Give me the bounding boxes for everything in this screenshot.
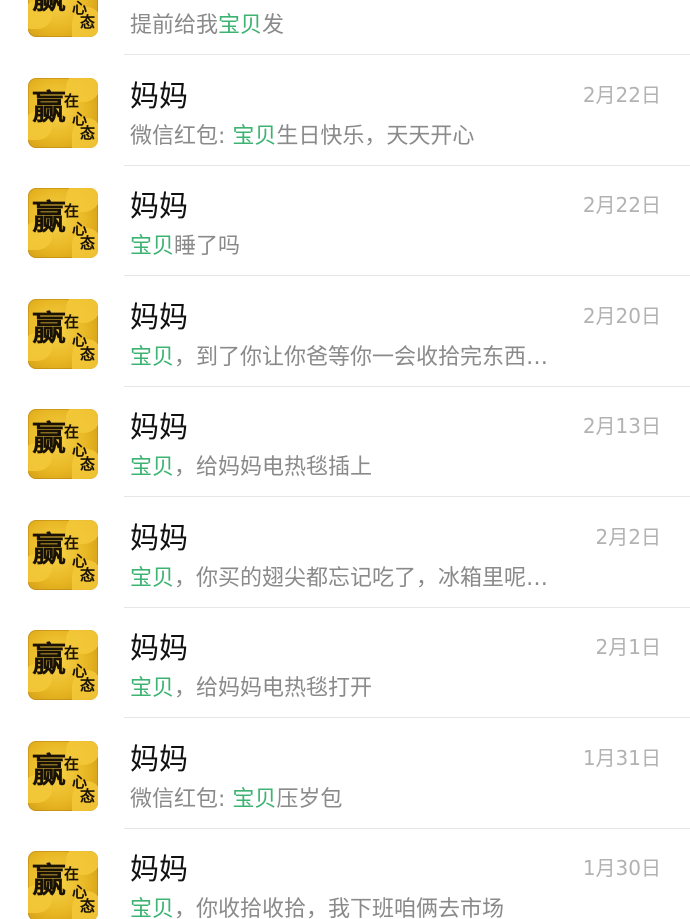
avatar-main-character: 赢 bbox=[32, 308, 66, 349]
message-date: 2月22日 bbox=[582, 82, 661, 107]
message-suffix: ，到了你让你爸等你一会收拾完东西… bbox=[174, 344, 549, 370]
contact-avatar[interactable]: 赢在心态 bbox=[28, 0, 98, 37]
message-preview: 宝贝，你买的翅尖都忘记吃了，冰箱里呢… bbox=[130, 564, 600, 594]
contact-avatar[interactable]: 赢在心态 bbox=[28, 77, 98, 148]
contact-avatar[interactable]: 赢在心态 bbox=[28, 851, 98, 919]
message-date: 2月22日 bbox=[582, 193, 661, 217]
search-keyword-highlight: 宝贝 bbox=[130, 455, 175, 480]
conversation-row[interactable]: 赢在心态妈妈 2月20日宝贝，到了你让你爸等你一会收拾完东西… bbox=[0, 276, 690, 387]
contact-name: 妈妈 bbox=[130, 852, 189, 886]
message-prefix: 微信红包: bbox=[130, 786, 233, 812]
contact-name: 妈妈 bbox=[130, 520, 189, 555]
message-preview: 宝贝，到了你让你爸等你一会收拾完东西… bbox=[130, 343, 600, 373]
conversation-row[interactable]: 赢在心态妈妈 2月13日宝贝，给妈妈电热毯插上 bbox=[0, 387, 690, 497]
message-suffix: 生日快乐，天天开心 bbox=[276, 123, 475, 149]
message-suffix: 压岁包 bbox=[276, 786, 343, 812]
conversation-row[interactable]: 赢在心态 提前给我宝贝发 bbox=[0, 0, 690, 55]
contact-name: 妈妈 bbox=[130, 78, 189, 113]
contact-avatar[interactable]: 赢在心态 bbox=[28, 740, 98, 811]
contact-name: 妈妈 bbox=[130, 189, 189, 223]
message-date: 1月31日 bbox=[582, 745, 661, 770]
avatar-main-character: 赢 bbox=[32, 750, 66, 791]
message-prefix: 提前给我 bbox=[130, 13, 219, 38]
avatar-main-character: 赢 bbox=[32, 640, 66, 680]
message-preview: 宝贝睡了吗 bbox=[130, 232, 600, 262]
avatar-small-character: 态 bbox=[80, 455, 96, 473]
avatar-small-character: 态 bbox=[80, 234, 96, 252]
avatar-small-character: 态 bbox=[80, 786, 96, 805]
search-keyword-highlight: 宝贝 bbox=[218, 13, 263, 38]
avatar-small-character: 态 bbox=[80, 897, 96, 915]
search-keyword-highlight: 宝贝 bbox=[232, 786, 277, 812]
conversation-row[interactable]: 赢在心态妈妈 2月1日宝贝，给妈妈电热毯打开 bbox=[0, 608, 690, 718]
avatar-small-character: 态 bbox=[80, 123, 96, 142]
message-preview: 宝贝，给妈妈电热毯插上 bbox=[130, 453, 600, 483]
contact-avatar[interactable]: 赢在心态 bbox=[28, 630, 98, 700]
message-preview: 微信红包: 宝贝压岁包 bbox=[130, 785, 600, 815]
message-preview: 微信红包: 宝贝生日快乐，天天开心 bbox=[130, 122, 600, 152]
message-date: 1月30日 bbox=[582, 856, 661, 880]
avatar-main-character: 赢 bbox=[32, 419, 66, 459]
message-date: 2月2日 bbox=[595, 524, 661, 549]
contact-name: 妈妈 bbox=[130, 410, 189, 444]
avatar-main-character: 赢 bbox=[32, 87, 66, 128]
contact-name: 妈妈 bbox=[130, 299, 189, 334]
avatar-main-character: 赢 bbox=[32, 861, 66, 901]
avatar-small-character: 态 bbox=[80, 344, 96, 363]
conversation-row[interactable]: 赢在心态妈妈 2月22日宝贝睡了吗 bbox=[0, 166, 690, 276]
message-suffix: ，你买的翅尖都忘记吃了，冰箱里呢… bbox=[174, 565, 549, 591]
message-date: 2月20日 bbox=[582, 303, 661, 328]
message-suffix: 睡了吗 bbox=[174, 234, 241, 259]
message-suffix: 发 bbox=[262, 13, 285, 38]
message-prefix: 微信红包: bbox=[130, 123, 233, 149]
message-date: 2月13日 bbox=[582, 414, 661, 438]
contact-avatar[interactable]: 赢在心态 bbox=[28, 519, 98, 590]
search-keyword-highlight: 宝贝 bbox=[130, 676, 175, 701]
chat-search-results-list: 赢在心态提前给我宝贝发赢在心态妈妈2月22日微信红包: 宝贝生日快乐，天天开心赢… bbox=[0, 0, 690, 919]
search-keyword-highlight: 宝贝 bbox=[130, 897, 175, 919]
conversation-row[interactable]: 赢在心态妈妈 1月30日宝贝，你收拾收拾，我下班咱俩去市场 bbox=[0, 829, 690, 919]
search-keyword-highlight: 宝贝 bbox=[232, 123, 277, 149]
message-suffix: ，你收拾收拾，我下班咱俩去市场 bbox=[174, 897, 505, 919]
avatar-small-character: 态 bbox=[80, 565, 96, 584]
avatar-main-character: 赢 bbox=[32, 0, 66, 17]
avatar-small-character: 态 bbox=[80, 13, 96, 31]
message-date: 2月1日 bbox=[595, 635, 661, 659]
contact-avatar[interactable]: 赢在心态 bbox=[28, 188, 98, 258]
contact-name: 妈妈 bbox=[130, 741, 189, 776]
avatar-main-character: 赢 bbox=[32, 529, 66, 570]
conversation-row[interactable]: 赢在心态妈妈 2月2日宝贝，你买的翅尖都忘记吃了，冰箱里呢… bbox=[0, 497, 690, 608]
message-preview: 宝贝，你收拾收拾，我下班咱俩去市场 bbox=[130, 895, 600, 919]
search-keyword-highlight: 宝贝 bbox=[130, 344, 175, 370]
avatar-main-character: 赢 bbox=[32, 198, 66, 238]
search-keyword-highlight: 宝贝 bbox=[130, 234, 175, 259]
contact-name: 妈妈 bbox=[130, 631, 189, 665]
message-suffix: ，给妈妈电热毯打开 bbox=[174, 676, 373, 701]
contact-avatar[interactable]: 赢在心态 bbox=[28, 298, 98, 369]
message-preview: 宝贝，给妈妈电热毯打开 bbox=[130, 674, 600, 704]
message-suffix: ，给妈妈电热毯插上 bbox=[174, 455, 373, 480]
avatar-small-character: 态 bbox=[80, 676, 96, 694]
conversation-row[interactable]: 赢在心态妈妈 1月31日微信红包: 宝贝压岁包 bbox=[0, 718, 690, 829]
message-preview: 提前给我宝贝发 bbox=[130, 11, 600, 41]
contact-avatar[interactable]: 赢在心态 bbox=[28, 409, 98, 479]
search-keyword-highlight: 宝贝 bbox=[130, 565, 175, 591]
conversation-row[interactable]: 赢在心态妈妈 2月22日微信红包: 宝贝生日快乐，天天开心 bbox=[0, 55, 690, 166]
